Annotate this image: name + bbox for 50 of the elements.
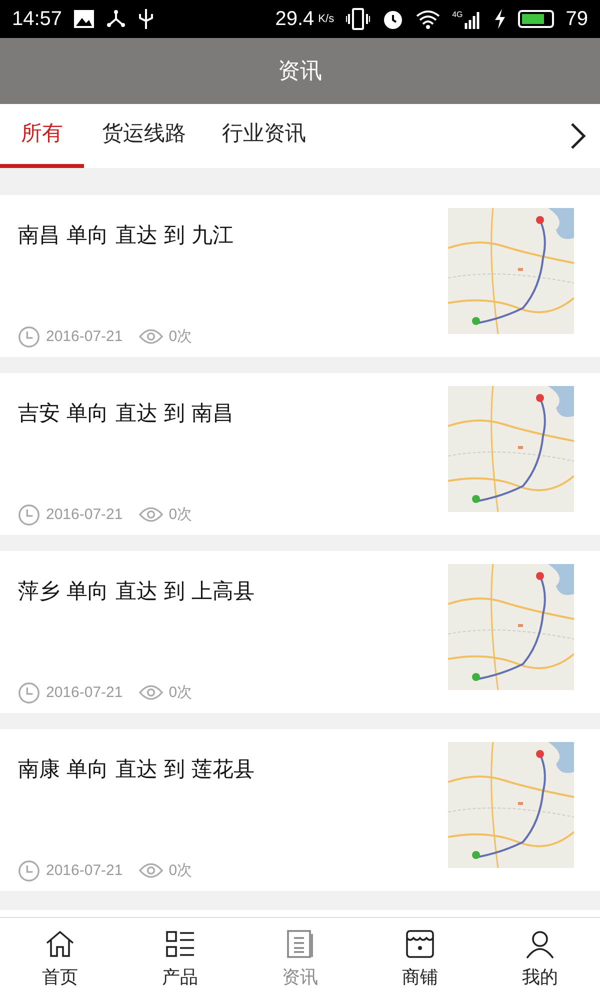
article-date: 2016-07-21: [46, 326, 123, 346]
eye-icon: [138, 506, 163, 524]
status-time: 14:57: [12, 7, 62, 32]
article-date: 2016-07-21: [46, 860, 123, 880]
charging-icon: [494, 9, 506, 29]
category-tab[interactable]: 所有: [0, 104, 84, 168]
nav-item[interactable]: 产品: [120, 918, 240, 1000]
view-count: 0次: [168, 504, 192, 524]
article-date: 2016-07-21: [46, 504, 123, 524]
battery-icon: [518, 10, 554, 28]
clock-icon: [18, 860, 40, 882]
eye-icon: [138, 328, 163, 346]
article-title: 南昌 单向 直达 到 九江: [18, 222, 235, 249]
nav-item[interactable]: 商铺: [360, 918, 480, 1000]
eye-icon: [138, 684, 163, 702]
view-count: 0次: [168, 860, 192, 880]
category-tab[interactable]: 货运线路: [84, 104, 204, 168]
nav-item[interactable]: 我的: [480, 918, 600, 1000]
alarm-clock-icon: [382, 8, 404, 30]
shop-icon: [404, 928, 436, 960]
article-card[interactable]: 南昌 单向 直达 到 九江 2016-07-21 0次: [0, 195, 600, 357]
share-node-icon: [106, 9, 126, 29]
network-speed: 29.4: [275, 7, 314, 32]
signal-icon: [464, 9, 482, 29]
article-date: 2016-07-21: [46, 682, 123, 702]
network-type: 4G: [452, 9, 463, 21]
image-icon: [74, 10, 94, 28]
article-card[interactable]: 萍乡 单向 直达 到 上高县 2016-07-21 0次: [0, 551, 600, 713]
nav-item[interactable]: 首页: [0, 918, 120, 1000]
nav-item[interactable]: 资讯: [240, 918, 360, 1000]
view-count: 0次: [168, 682, 192, 702]
article-title: 萍乡 单向 直达 到 上高县: [18, 578, 256, 605]
header-title: 资讯: [278, 58, 322, 86]
clock-icon: [18, 504, 40, 526]
article-card[interactable]: 南康 单向 直达 到 莲花县 2016-07-21 0次: [0, 729, 600, 891]
article-title: 南康 单向 直达 到 莲花县: [18, 756, 256, 783]
wifi-icon: [416, 9, 440, 29]
category-tab[interactable]: 行业资讯: [204, 104, 324, 168]
view-count: 0次: [168, 326, 192, 346]
clock-icon: [18, 326, 40, 348]
clock-icon: [18, 682, 40, 704]
article-card[interactable]: 吉安 单向 直达 到 南昌 2016-07-21 0次: [0, 373, 600, 535]
document-icon: [284, 928, 316, 960]
speed-unit: K/s: [318, 12, 334, 27]
chevron-right-icon[interactable]: [570, 122, 586, 150]
eye-icon: [138, 862, 163, 880]
usb-icon: [138, 8, 154, 30]
battery-percent: 79: [566, 7, 588, 32]
article-title: 吉安 单向 直达 到 南昌: [18, 400, 235, 427]
vibrate-icon: [346, 8, 370, 30]
